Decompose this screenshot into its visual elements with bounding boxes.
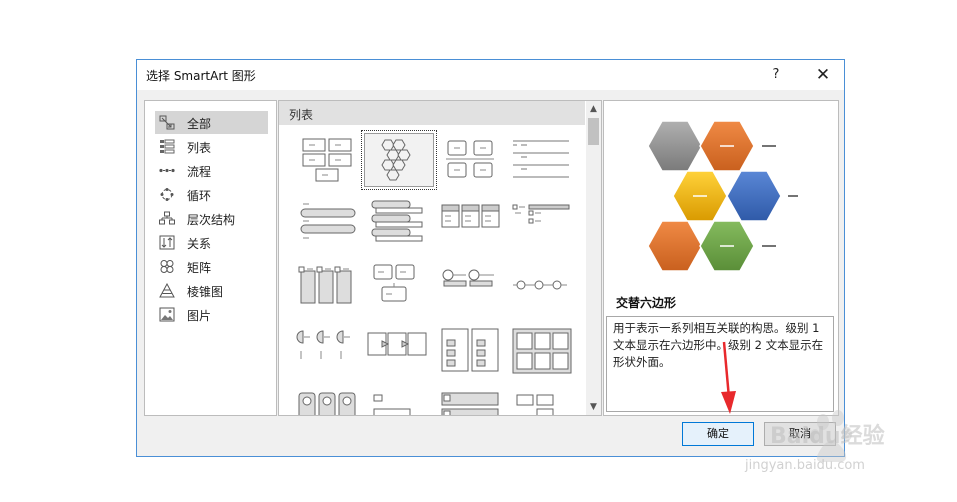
process-icon	[159, 168, 175, 173]
category-item-matrix[interactable]: 矩阵	[155, 255, 268, 278]
list-icon	[160, 139, 175, 154]
category-item-hierarchy[interactable]: 层次结构	[155, 207, 268, 230]
scroll-thumb[interactable]	[588, 118, 599, 145]
layout-thumb[interactable]	[507, 389, 575, 415]
category-item-process[interactable]: 流程	[155, 159, 268, 182]
layout-thumb[interactable]	[364, 325, 432, 377]
hierarchy-icon	[159, 211, 175, 225]
layout-thumb[interactable]	[507, 133, 575, 185]
layout-thumb[interactable]	[364, 261, 432, 313]
category-label: 流程	[187, 165, 212, 179]
layout-thumb[interactable]	[364, 389, 432, 415]
alternating-hexagons-preview	[648, 120, 798, 272]
preview-title: 交替六边形	[616, 296, 677, 310]
scroll-down-arrow-icon[interactable]: ▼	[586, 399, 601, 415]
layout-thumb[interactable]	[436, 197, 504, 249]
category-item-cycle[interactable]: 循环	[155, 183, 268, 206]
layout-thumb[interactable]	[436, 261, 504, 313]
category-label: 矩阵	[187, 261, 212, 275]
layout-thumb[interactable]	[293, 197, 361, 249]
layout-thumb[interactable]	[293, 325, 361, 377]
category-label: 全部	[187, 117, 212, 131]
picture-icon	[159, 307, 175, 322]
watermark-brand: Baidu经验	[770, 424, 885, 449]
category-item-list[interactable]: 列表	[155, 135, 268, 158]
layout-thumb[interactable]	[364, 197, 432, 249]
category-label: 层次结构	[187, 213, 236, 227]
category-label: 列表	[187, 141, 212, 155]
category-list: 全部 列表 流程 循环 层次结构 关系 矩阵 棱锥图 图片	[144, 100, 277, 416]
pyramid-icon	[159, 283, 175, 298]
category-label: 棱锥图	[187, 285, 224, 299]
layout-thumb[interactable]	[293, 389, 361, 415]
cycle-icon	[160, 188, 174, 201]
layout-gallery: 列表 ▲ ▼	[278, 100, 602, 416]
help-button[interactable]: ?	[765, 64, 787, 86]
category-label: 图片	[187, 309, 212, 323]
scroll-up-arrow-icon[interactable]: ▲	[586, 101, 601, 117]
category-label: 循环	[187, 189, 212, 203]
watermark-url: jingyan.baidu.com	[745, 458, 865, 473]
layout-thumb[interactable]	[436, 133, 504, 185]
gallery-scrollbar[interactable]: ▲ ▼	[586, 101, 601, 415]
layout-thumb[interactable]	[436, 325, 504, 377]
gallery-header-label: 列表	[289, 108, 314, 122]
relationship-icon	[159, 235, 175, 250]
layout-thumb-alternating-hexagons[interactable]	[361, 130, 437, 190]
matrix-icon	[160, 260, 174, 273]
layout-thumb[interactable]	[507, 261, 575, 313]
all-icon	[159, 115, 175, 130]
layout-thumb[interactable]	[293, 133, 361, 185]
dialog-title: 选择 SmartArt 图形	[146, 69, 256, 83]
layout-thumb[interactable]	[436, 389, 504, 415]
category-item-all[interactable]: 全部	[155, 111, 268, 134]
category-item-relationship[interactable]: 关系	[155, 231, 268, 254]
layout-thumb[interactable]	[507, 325, 575, 377]
close-button[interactable]: ✕	[811, 64, 835, 86]
layout-thumb[interactable]	[293, 261, 361, 313]
title-bar: 选择 SmartArt 图形 ? ✕	[137, 60, 844, 90]
category-item-pyramid[interactable]: 棱锥图	[155, 279, 268, 302]
gallery-header: 列表	[279, 101, 585, 125]
layout-thumb[interactable]	[507, 197, 575, 249]
category-item-picture[interactable]: 图片	[155, 303, 268, 326]
category-label: 关系	[187, 237, 212, 251]
